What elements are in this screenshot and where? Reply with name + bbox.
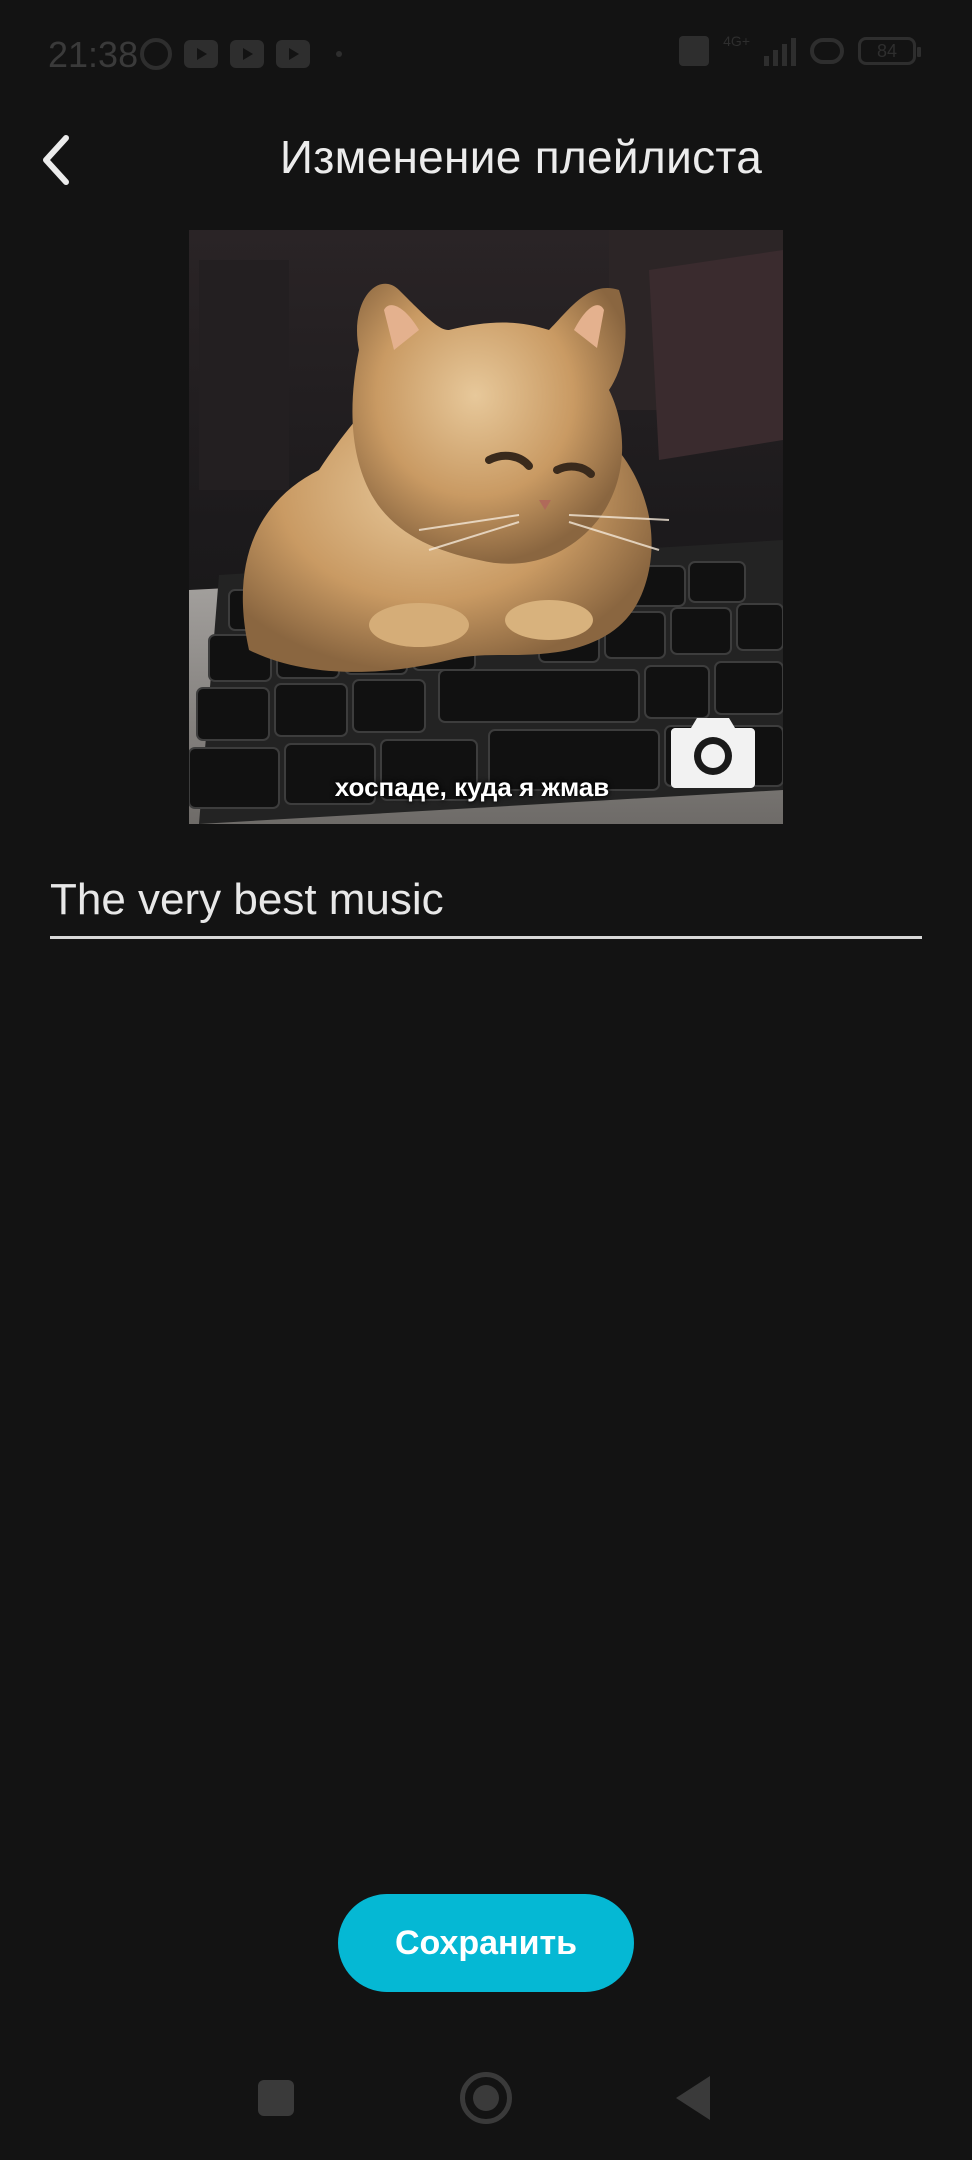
playlist-name-input[interactable] bbox=[50, 870, 922, 930]
header: Изменение плейлиста bbox=[0, 110, 972, 210]
youtube-notification-icon bbox=[230, 40, 264, 68]
recent-apps-square-icon[interactable] bbox=[258, 2080, 294, 2116]
status-system-icons: 4G+ 84 bbox=[679, 33, 921, 66]
save-button[interactable]: Сохранить bbox=[338, 1894, 634, 1992]
status-notification-icons bbox=[140, 38, 342, 70]
status-bar: 21:38 4G+ 84 bbox=[0, 0, 972, 110]
network-type: 4G+ bbox=[723, 33, 750, 49]
playlist-cover-image[interactable]: хоспаде, куда я жмав bbox=[189, 230, 783, 824]
alarm-icon bbox=[140, 38, 172, 70]
system-navigation-bar bbox=[0, 2060, 972, 2140]
camera-icon bbox=[671, 718, 755, 788]
battery-icon: 84 bbox=[858, 37, 921, 65]
playlist-name-field bbox=[50, 870, 922, 939]
sim-icon bbox=[679, 36, 710, 66]
status-time: 21:38 bbox=[48, 34, 139, 75]
hotspot-link-icon bbox=[810, 38, 844, 64]
home-circle-icon[interactable] bbox=[460, 2072, 512, 2124]
signal-strength-icon bbox=[764, 36, 796, 66]
page-title: Изменение плейлиста bbox=[279, 131, 763, 183]
back-triangle-icon[interactable] bbox=[676, 2076, 710, 2120]
youtube-notification-icon bbox=[184, 40, 218, 68]
youtube-notification-icon bbox=[276, 40, 310, 68]
change-cover-button[interactable] bbox=[671, 712, 755, 788]
more-notifications-dot-icon bbox=[336, 51, 342, 57]
